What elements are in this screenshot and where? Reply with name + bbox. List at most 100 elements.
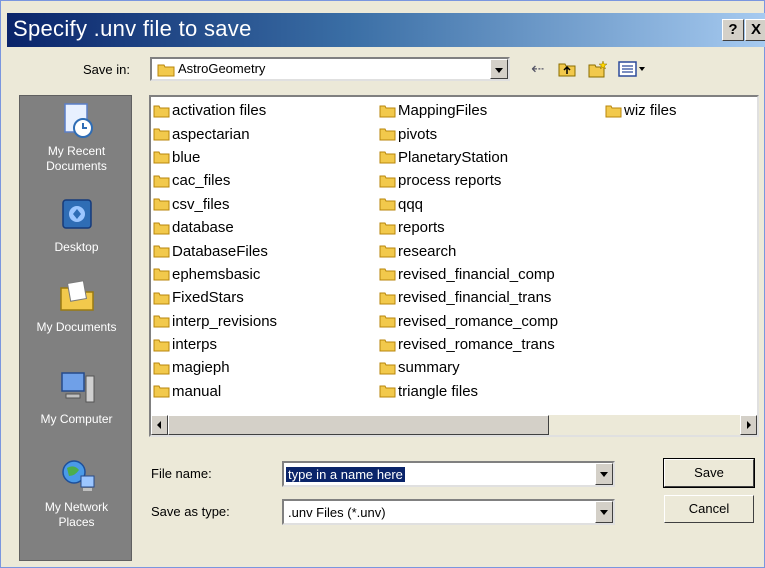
help-button[interactable]: ? [722, 19, 744, 41]
save-dialog: Specify .unv file to save ? X Save in: A… [0, 0, 765, 568]
folder-icon [153, 151, 170, 164]
folder-item[interactable]: database [153, 216, 277, 239]
folder-name: magieph [172, 359, 230, 377]
place-label: Documents [46, 159, 107, 173]
folder-icon [379, 268, 396, 281]
places-bar: My Recent Documents Desktop My Documents [19, 95, 132, 561]
my-computer-icon [60, 372, 94, 403]
place-desktop[interactable]: Desktop [20, 196, 133, 255]
folder-icon [153, 268, 170, 281]
folder-item[interactable]: FixedStars [153, 286, 277, 309]
folder-icon [153, 339, 170, 352]
folder-icon [153, 175, 170, 188]
horizontal-scrollbar[interactable] [151, 415, 757, 435]
folder-icon [379, 339, 396, 352]
folder-item[interactable]: revised_financial_comp [379, 263, 558, 286]
file-name-field[interactable]: type in a name here [282, 461, 615, 487]
folder-item[interactable]: DatabaseFiles [153, 239, 277, 262]
place-label: My Network [44, 500, 109, 514]
folder-name: wiz files [624, 102, 677, 120]
folder-name: revised_romance_comp [398, 312, 559, 330]
folder-icon [153, 105, 170, 118]
recent-documents-icon [63, 103, 93, 138]
folder-item[interactable]: interps [153, 333, 277, 356]
my-documents-icon [59, 280, 94, 311]
folder-item[interactable]: pivots [379, 122, 558, 145]
file-column: activation files aspectarian blue cac_fi… [153, 99, 277, 403]
folder-name: reports [398, 219, 445, 237]
new-folder-icon[interactable] [588, 59, 608, 79]
cancel-button[interactable]: Cancel [664, 495, 754, 523]
scroll-right-icon[interactable] [740, 415, 757, 435]
folder-name: csv_files [172, 195, 230, 213]
close-button[interactable]: X [745, 19, 765, 41]
folder-item[interactable]: magieph [153, 356, 277, 379]
file-column: wiz files [605, 99, 677, 122]
folder-name: interp_revisions [172, 312, 278, 330]
chevron-down-icon[interactable] [490, 59, 508, 79]
folder-item[interactable]: blue [153, 146, 277, 169]
chevron-down-icon[interactable] [595, 463, 613, 485]
folder-name: triangle files [398, 382, 479, 400]
folder-item[interactable]: summary [379, 356, 558, 379]
folder-name: process reports [398, 172, 502, 190]
folder-item[interactable]: revised_romance_comp [379, 310, 558, 333]
place-label: Desktop [54, 240, 99, 254]
save-as-type-label: Save as type: [151, 504, 230, 519]
folder-item[interactable]: revised_financial_trans [379, 286, 558, 309]
folder-icon [379, 198, 396, 211]
folder-item[interactable]: cac_files [153, 169, 277, 192]
folder-icon [153, 198, 170, 211]
folder-item[interactable]: csv_files [153, 193, 277, 216]
place-my-recent-documents[interactable]: My Recent Documents [20, 100, 133, 174]
folder-item[interactable]: revised_romance_trans [379, 333, 558, 356]
folder-name: MappingFiles [398, 102, 488, 120]
place-label: My Recent [47, 144, 106, 158]
folder-item[interactable]: reports [379, 216, 558, 239]
folder-name: summary [398, 359, 460, 377]
network-places-icon [61, 460, 94, 491]
folder-item[interactable]: aspectarian [153, 122, 277, 145]
place-label: My Documents [36, 320, 117, 334]
folder-icon [379, 315, 396, 328]
folder-item[interactable]: triangle files [379, 380, 558, 403]
folder-item[interactable]: research [379, 239, 558, 262]
place-my-documents[interactable]: My Documents [20, 276, 133, 335]
desktop-icon [61, 199, 92, 229]
folder-icon [379, 175, 396, 188]
place-label: My Computer [40, 412, 113, 426]
save-button[interactable]: Save [663, 458, 755, 488]
file-list[interactable]: activation files aspectarian blue cac_fi… [149, 95, 759, 437]
folder-item[interactable]: process reports [379, 169, 558, 192]
folder-name: blue [172, 148, 201, 166]
folder-icon [157, 64, 175, 77]
file-name-value: type in a name here [286, 467, 405, 482]
folder-item[interactable]: wiz files [605, 99, 677, 122]
folder-item[interactable]: ephemsbasic [153, 263, 277, 286]
back-arrow-icon[interactable]: ⇠ [531, 59, 544, 79]
folder-item[interactable]: MappingFiles [379, 99, 558, 122]
folder-item[interactable]: manual [153, 380, 277, 403]
view-menu-icon[interactable] [618, 59, 648, 79]
folder-item[interactable]: qqq [379, 193, 558, 216]
save-as-type-dropdown[interactable]: .unv Files (*.unv) [282, 499, 615, 525]
place-my-computer[interactable]: My Computer [20, 368, 133, 427]
folder-name: database [172, 219, 234, 237]
folder-icon [379, 245, 396, 258]
save-as-type-value: .unv Files (*.unv) [288, 505, 386, 520]
file-name-label: File name: [151, 466, 212, 481]
chevron-down-icon[interactable] [595, 501, 613, 523]
folder-name: cac_files [172, 172, 231, 190]
folder-item[interactable]: PlanetaryStation [379, 146, 558, 169]
scroll-left-icon[interactable] [151, 415, 168, 435]
title-bar[interactable]: Specify .unv file to save ? X [7, 13, 765, 47]
place-my-network-places[interactable]: My Network Places [20, 456, 133, 530]
up-one-level-icon[interactable] [558, 59, 576, 79]
folder-name: FixedStars [172, 289, 244, 307]
scrollbar-thumb[interactable] [168, 415, 549, 435]
folder-icon [153, 128, 170, 141]
folder-item[interactable]: interp_revisions [153, 310, 277, 333]
save-in-dropdown[interactable]: AstroGeometry [150, 57, 510, 81]
folder-name: qqq [398, 195, 424, 213]
folder-item[interactable]: activation files [153, 99, 277, 122]
